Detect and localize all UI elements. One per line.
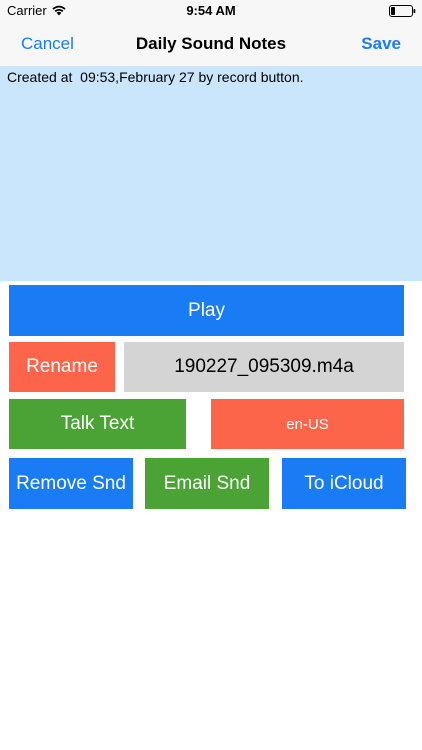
status-time: 9:54 AM <box>186 3 236 18</box>
email-sound-button[interactable]: Email Snd <box>145 458 269 509</box>
note-text-area[interactable]: Created at 09:53,February 27 by record b… <box>0 66 422 281</box>
navigation-bar: Cancel Daily Sound Notes Save <box>0 22 422 67</box>
page-title: Daily Sound Notes <box>135 34 287 53</box>
file-name-field[interactable]: 190227_095309.m4a <box>124 342 404 392</box>
to-icloud-button[interactable]: To iCloud <box>282 458 406 509</box>
rename-button[interactable]: Rename <box>9 342 115 392</box>
save-button[interactable]: Save <box>361 34 401 54</box>
battery-icon <box>389 5 416 17</box>
play-button[interactable]: Play <box>9 285 404 336</box>
status-bar: Carrier 9:54 AM <box>0 0 422 22</box>
talk-text-button[interactable]: Talk Text <box>9 399 186 449</box>
remove-sound-button[interactable]: Remove Snd <box>9 458 133 509</box>
language-button[interactable]: en-US <box>211 399 404 449</box>
